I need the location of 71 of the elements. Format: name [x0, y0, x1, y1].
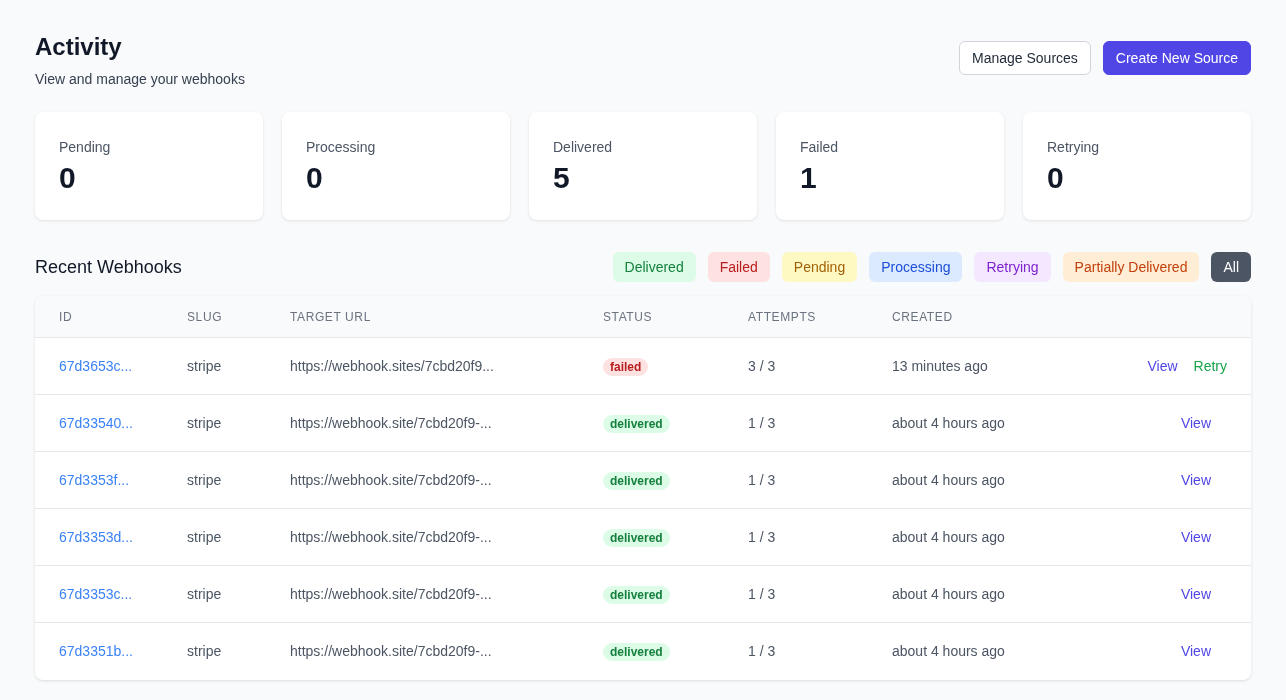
url-text: https://webhook.site/7cbd20f9-...: [290, 471, 492, 488]
status-badge: failed: [603, 357, 649, 376]
webhook-id-link[interactable]: 67d3353f...: [59, 471, 130, 488]
column-header: TARGET URL: [290, 309, 371, 324]
filter-chip[interactable]: Pending: [781, 252, 858, 282]
filter-chip[interactable]: Retrying: [974, 252, 1051, 282]
filter-chip[interactable]: Processing: [869, 252, 963, 282]
slug-text: stripe: [187, 528, 222, 545]
column-header: CREATED: [892, 309, 953, 324]
page-title: Activity: [35, 33, 123, 61]
slug-text: stripe: [187, 471, 222, 488]
status-badge: delivered: [603, 471, 670, 490]
retry-link[interactable]: Retry: [1193, 355, 1227, 377]
stat-label: Delivered: [553, 138, 614, 157]
stat-label: Failed: [800, 138, 840, 157]
stat-value: 0: [59, 160, 77, 196]
stat-label: Processing: [306, 138, 377, 157]
url-text: https://webhook.site/7cbd20f9-...: [290, 585, 492, 602]
url-text: https://webhook.site/7cbd20f9-...: [290, 528, 492, 545]
status-badge: delivered: [603, 643, 670, 661]
created-text: about 4 hours ago: [892, 643, 1005, 659]
status-badge: delivered: [603, 528, 670, 547]
filter-chip[interactable]: All: [1211, 252, 1251, 282]
webhook-id-link[interactable]: 67d3351b...: [59, 643, 133, 659]
column-header: ID: [59, 309, 73, 324]
filter-chip[interactable]: Delivered: [612, 252, 696, 282]
created-text: about 4 hours ago: [892, 471, 1005, 488]
url-text: https://webhook.site/7cbd20f9-...: [290, 414, 492, 431]
webhook-id-link[interactable]: 67d3353d...: [59, 528, 133, 545]
status-badge: delivered: [603, 414, 670, 433]
create-source-button[interactable]: Create New Source: [1102, 41, 1251, 75]
slug-text: stripe: [187, 414, 222, 431]
view-link[interactable]: View: [1147, 355, 1178, 377]
view-link[interactable]: View: [1180, 469, 1211, 491]
slug-text: stripe: [187, 585, 222, 602]
attempts-text: 1 / 3: [748, 414, 776, 431]
stat-value: 5: [553, 160, 571, 196]
stat-value: 0: [1047, 160, 1065, 196]
view-link[interactable]: View: [1180, 526, 1211, 548]
url-text: https://webhook.sites/7cbd20f9...: [290, 357, 494, 374]
manage-sources-button[interactable]: Manage Sources: [959, 41, 1091, 75]
attempts-text: 1 / 3: [748, 471, 776, 488]
filter-chip[interactable]: Failed: [707, 252, 770, 282]
page-subtitle: View and manage your webhooks: [35, 70, 245, 89]
filter-chip[interactable]: Partially Delivered: [1062, 252, 1200, 282]
slug-text: stripe: [187, 357, 222, 374]
view-link[interactable]: View: [1180, 641, 1211, 662]
url-text: https://webhook.site/7cbd20f9-...: [290, 643, 492, 659]
stat-value: 0: [306, 160, 324, 196]
column-header: STATUS: [603, 309, 653, 324]
column-header: ATTEMPTS: [748, 309, 816, 324]
created-text: about 4 hours ago: [892, 414, 1005, 431]
stat-label: Pending: [59, 138, 112, 157]
section-title: Recent Webhooks: [35, 255, 182, 279]
slug-text: stripe: [187, 643, 222, 659]
attempts-text: 1 / 3: [748, 585, 776, 602]
attempts-text: 1 / 3: [748, 643, 776, 659]
created-text: about 4 hours ago: [892, 585, 1005, 602]
created-text: 13 minutes ago: [892, 357, 988, 374]
column-header: SLUG: [187, 309, 223, 324]
webhook-id-link[interactable]: 67d33540...: [59, 414, 133, 431]
stat-label: Retrying: [1047, 138, 1101, 157]
webhook-id-link[interactable]: 67d3353c...: [59, 585, 133, 602]
status-badge: delivered: [603, 585, 670, 604]
attempts-text: 3 / 3: [748, 357, 776, 374]
created-text: about 4 hours ago: [892, 528, 1005, 545]
stat-value: 1: [800, 160, 818, 196]
webhook-id-link[interactable]: 67d3653c...: [59, 357, 133, 374]
view-link[interactable]: View: [1180, 412, 1211, 434]
view-link[interactable]: View: [1180, 583, 1211, 605]
attempts-text: 1 / 3: [748, 528, 776, 545]
